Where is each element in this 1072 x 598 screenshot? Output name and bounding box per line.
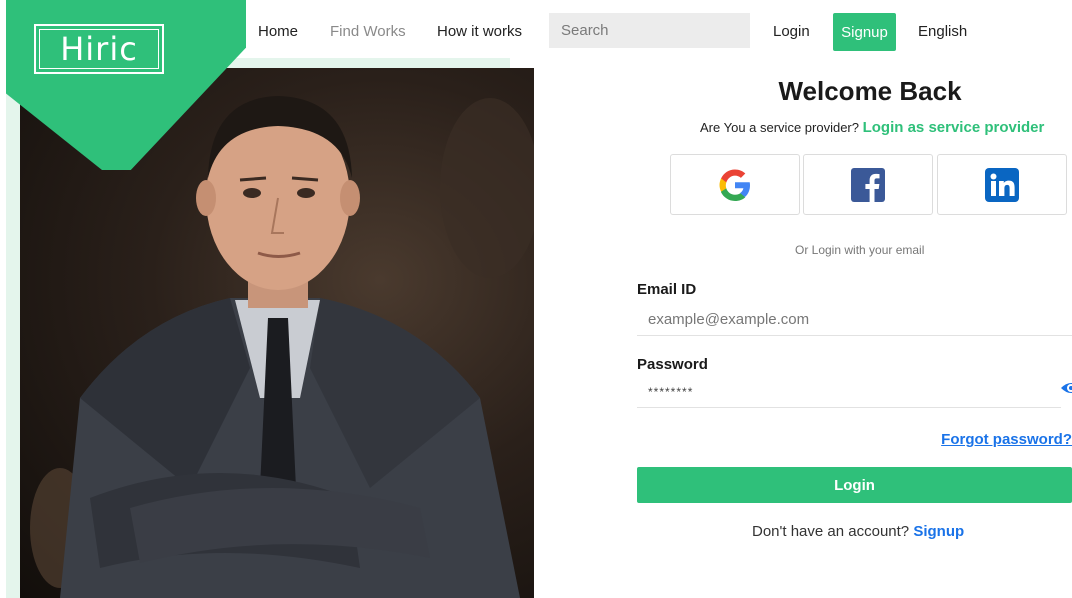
page-title: Welcome Back [778,76,962,106]
login-button[interactable]: Login [637,467,1072,503]
hiric-logo[interactable]: Hiric [34,24,164,74]
google-icon [719,169,750,201]
show-password-icon[interactable] [1060,378,1072,398]
nav-signup-button[interactable]: Signup [833,13,896,51]
signup-prompt: Don't have an account? Signup [752,523,964,540]
email-label: Email ID [637,281,697,298]
signup-link[interactable]: Signup [913,523,964,540]
facebook-icon [851,167,885,202]
linkedin-icon [985,167,1019,202]
forgot-password-link[interactable]: Forgot password? [941,431,1072,448]
google-login-button[interactable] [670,154,800,215]
provider-login-link[interactable]: Login as service provider [863,119,1045,136]
nav-how-it-works[interactable]: How it works [437,23,522,40]
provider-prompt-text: Are You a service provider? [700,120,859,135]
language-selector[interactable]: English [918,23,967,40]
linkedin-login-button[interactable] [937,154,1067,215]
nav-find-works[interactable]: Find Works [330,23,406,40]
nav-home[interactable]: Home [258,23,298,40]
or-login-email-text: Or Login with your email [795,243,925,257]
nav-login[interactable]: Login [773,23,810,40]
password-label: Password [637,356,708,373]
no-account-text: Don't have an account? [752,523,910,540]
facebook-login-button[interactable] [803,154,933,215]
search-input[interactable] [549,13,750,48]
email-field[interactable] [637,304,1072,336]
logo-text: Hiric [60,30,138,68]
password-field[interactable] [637,376,1061,408]
provider-prompt: Are You a service provider? Login as ser… [700,119,1044,136]
